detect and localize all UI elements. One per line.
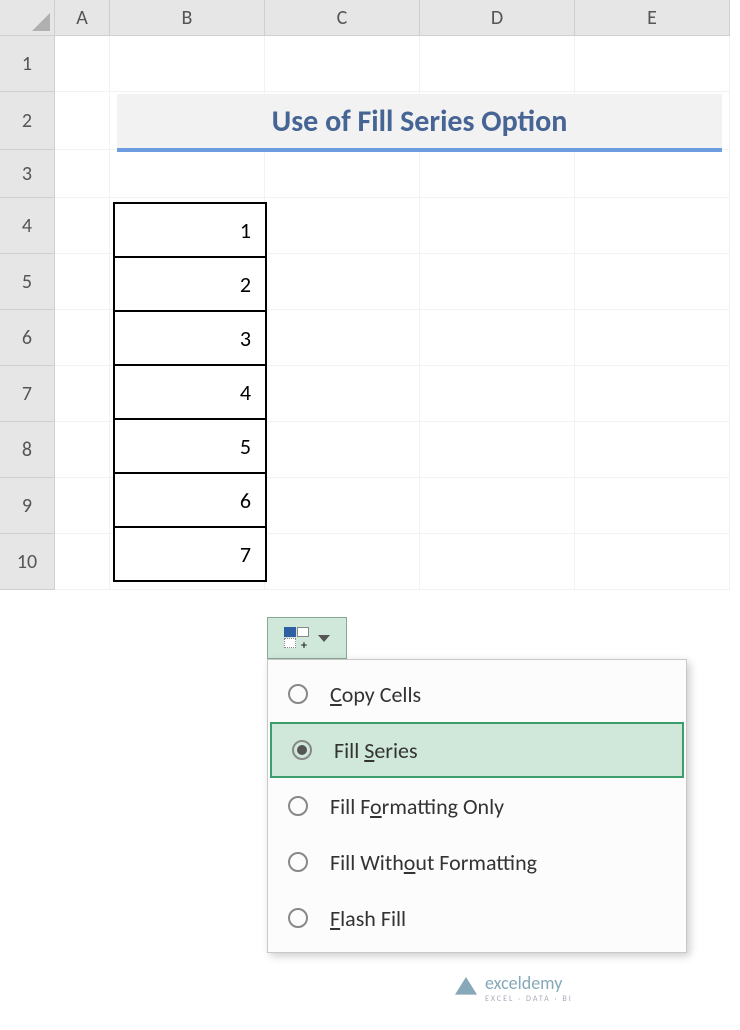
cell[interactable] [575,150,730,198]
cell[interactable] [55,478,110,534]
cell-B4[interactable]: 1 [113,202,267,258]
cell[interactable] [55,150,110,198]
row-header-2[interactable]: 2 [0,92,55,150]
cell-B6[interactable]: 3 [113,310,267,366]
menu-copy-cells[interactable]: Copy Cells [268,666,686,722]
cell[interactable] [420,366,575,422]
cell[interactable] [575,478,730,534]
cell[interactable] [265,150,420,198]
col-header-E[interactable]: E [575,0,730,36]
cell[interactable] [420,254,575,310]
menu-fill-without-formatting[interactable]: Fill Without Formatting [268,834,686,890]
watermark: exceldemy EXCEL · DATA · BI [455,972,573,1004]
menu-flash-fill[interactable]: Flash Fill [268,890,686,946]
radio-icon [288,852,308,872]
col-header-B[interactable]: B [110,0,265,36]
menu-fill-series[interactable]: Fill Series [270,722,684,778]
chevron-down-icon [318,635,330,642]
data-column-B: 1 2 3 4 5 6 7 [113,202,267,582]
cell[interactable] [265,478,420,534]
brand-logo-icon [455,977,477,999]
row-header-3[interactable]: 3 [0,150,55,198]
cell[interactable] [265,254,420,310]
cell[interactable] [55,92,110,150]
cell[interactable] [265,310,420,366]
col-header-C[interactable]: C [265,0,420,36]
cell[interactable] [575,422,730,478]
cell[interactable] [575,534,730,590]
radio-selected-icon [292,740,312,760]
spreadsheet-grid: A B C D E 1 2 3 4 5 6 7 8 9 10 [0,0,740,590]
cell[interactable] [110,36,265,92]
cell[interactable] [55,366,110,422]
cell[interactable] [110,150,265,198]
cell-B7[interactable]: 4 [113,364,267,420]
menu-label: Fill Series [334,737,418,764]
row-header-7[interactable]: 7 [0,366,55,422]
row-header-8[interactable]: 8 [0,422,55,478]
cell[interactable] [265,198,420,254]
cell[interactable] [55,310,110,366]
page-title: Use of Fill Series Option [117,94,722,152]
autofill-options-button[interactable]: + [267,617,347,659]
menu-fill-formatting-only[interactable]: Fill Formatting Only [268,778,686,834]
row-header-9[interactable]: 9 [0,478,55,534]
autofill-icon: + [284,627,312,649]
row-header-10[interactable]: 10 [0,534,55,590]
cell-B10[interactable]: 7 [113,526,267,582]
cell[interactable] [265,534,420,590]
radio-icon [288,796,308,816]
cell[interactable] [420,36,575,92]
select-all-corner[interactable] [0,0,55,36]
cell[interactable] [420,478,575,534]
cell-B8[interactable]: 5 [113,418,267,474]
cell[interactable] [575,366,730,422]
menu-label: Copy Cells [330,681,421,708]
col-header-D[interactable]: D [420,0,575,36]
row-header-1[interactable]: 1 [0,36,55,92]
menu-label: Flash Fill [330,905,406,932]
cell[interactable] [265,366,420,422]
cell[interactable] [420,310,575,366]
menu-label: Fill Without Formatting [330,849,537,876]
row-header-5[interactable]: 5 [0,254,55,310]
cell[interactable] [55,36,110,92]
cell[interactable] [575,36,730,92]
autofill-options-menu: Copy Cells Fill Series Fill Formatting O… [267,659,687,953]
cell[interactable] [265,422,420,478]
cell[interactable] [55,254,110,310]
cell[interactable] [55,534,110,590]
cell[interactable] [575,310,730,366]
cell[interactable] [265,36,420,92]
cell-B9[interactable]: 6 [113,472,267,528]
cell[interactable] [420,422,575,478]
row-header-6[interactable]: 6 [0,310,55,366]
cell[interactable] [575,198,730,254]
cell[interactable] [420,534,575,590]
brand-text: exceldemy EXCEL · DATA · BI [485,972,573,1004]
cell-B5[interactable]: 2 [113,256,267,312]
cell[interactable] [420,150,575,198]
col-header-A[interactable]: A [55,0,110,36]
radio-icon [288,684,308,704]
cell[interactable] [420,198,575,254]
cell[interactable] [55,422,110,478]
row-header-4[interactable]: 4 [0,198,55,254]
menu-label: Fill Formatting Only [330,793,504,820]
cell[interactable] [55,198,110,254]
radio-icon [288,908,308,928]
cell[interactable] [575,254,730,310]
